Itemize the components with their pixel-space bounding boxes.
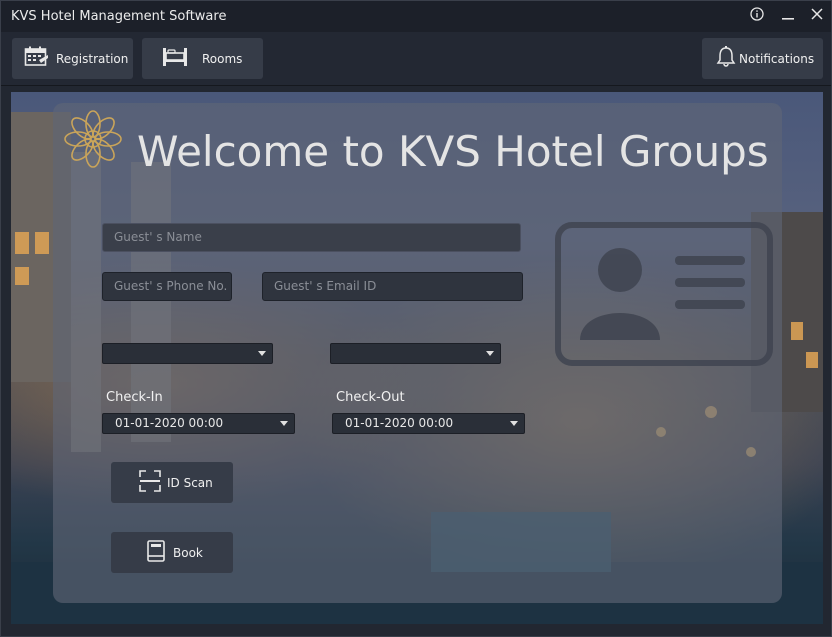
chevron-down-icon xyxy=(510,421,518,426)
notifications-button[interactable]: Notifications xyxy=(702,38,823,79)
calendar-icon xyxy=(24,46,49,71)
scan-icon xyxy=(139,470,161,495)
registration-label: Registration xyxy=(56,51,129,66)
checkout-label: Check-Out xyxy=(336,390,405,405)
guest-phone-placeholder: Guest' s Phone No. xyxy=(114,279,228,293)
checkin-datetime-picker[interactable]: 01-01-2020 00:00 xyxy=(102,413,295,434)
welcome-title: Welcome to KVS Hotel Groups xyxy=(137,127,769,176)
guest-email-placeholder: Guest' s Email ID xyxy=(274,279,377,293)
checkin-value: 01-01-2020 00:00 xyxy=(115,416,224,430)
room-type-combo[interactable] xyxy=(102,343,273,364)
guest-phone-field[interactable]: Guest' s Phone No. xyxy=(102,272,232,301)
chevron-down-icon xyxy=(258,351,266,356)
book-icon xyxy=(147,540,165,565)
close-icon[interactable] xyxy=(805,5,829,29)
room-number-combo[interactable] xyxy=(330,343,501,364)
toolbar: Registration Rooms Notifications xyxy=(1,32,831,86)
chevron-down-icon xyxy=(486,351,494,356)
main-content: Welcome to KVS Hotel Groups Guest' s Nam xyxy=(11,92,823,624)
checkout-datetime-picker[interactable]: 01-01-2020 00:00 xyxy=(332,413,525,434)
id-scan-button[interactable]: ID Scan xyxy=(111,462,233,503)
guest-name-placeholder: Guest' s Name xyxy=(114,230,202,244)
guest-name-field[interactable]: Guest' s Name xyxy=(102,223,521,252)
info-icon[interactable] xyxy=(745,5,769,29)
id-scan-label: ID Scan xyxy=(167,475,213,490)
notifications-label: Notifications xyxy=(739,51,815,66)
guest-email-field[interactable]: Guest' s Email ID xyxy=(262,272,523,301)
book-button[interactable]: Book xyxy=(111,532,233,573)
rooms-button[interactable]: Rooms xyxy=(142,38,263,79)
title-bar[interactable]: KVS Hotel Management Software xyxy=(1,1,831,32)
checkout-value: 01-01-2020 00:00 xyxy=(345,416,454,430)
book-label: Book xyxy=(173,545,203,560)
registration-button[interactable]: Registration xyxy=(12,38,133,79)
chevron-down-icon xyxy=(280,421,288,426)
bell-icon xyxy=(716,46,736,71)
bed-icon xyxy=(162,47,188,70)
id-card-icon xyxy=(555,222,773,370)
flower-logo-icon xyxy=(61,108,125,174)
window-title: KVS Hotel Management Software xyxy=(11,9,227,24)
app-window: KVS Hotel Management Software Registrati… xyxy=(0,0,832,637)
rooms-label: Rooms xyxy=(202,51,243,66)
minimize-icon[interactable] xyxy=(776,5,800,29)
checkin-label: Check-In xyxy=(106,390,163,405)
